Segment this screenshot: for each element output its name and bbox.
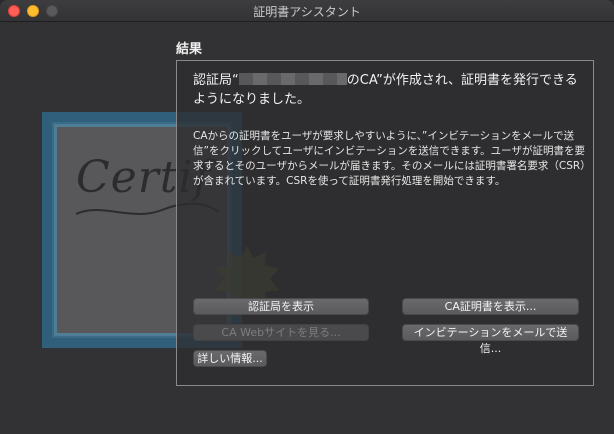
show-ca-certificate-button[interactable]: CA証明書を表示...	[402, 298, 579, 315]
redacted-ca-name	[238, 73, 347, 85]
send-invitation-email-button[interactable]: インビテーションをメールで送信...	[402, 324, 579, 355]
invitation-description: CAからの証明書をユーザが要求しやすいように、”インビテーションをメールで送信”…	[193, 130, 586, 187]
result-message-prefix: 認証局“	[193, 73, 239, 88]
result-message: 認証局“ のCA”が作成され、証明書を発行できるようになりました。	[193, 71, 585, 109]
results-panel: 認証局“ のCA”が作成され、証明書を発行できるようになりました。 CAからの証明…	[176, 60, 594, 386]
certificate-assistant-window: 証明書アシスタント Certif 結果 認証局“ のCA”が作成され、証明書を発行…	[0, 0, 614, 434]
results-heading: 結果	[176, 42, 203, 57]
more-info-button[interactable]: 詳しい情報...	[193, 350, 267, 367]
title-bar: 証明書アシスタント	[0, 0, 614, 22]
ca-website-button[interactable]: CA Webサイトを見る...	[193, 324, 369, 341]
content-area: 結果 認証局“ のCA”が作成され、証明書を発行できるようになりました。 CAから…	[0, 22, 614, 434]
window-title: 証明書アシスタント	[253, 5, 361, 19]
show-certificate-authority-button[interactable]: 認証局を表示	[193, 298, 369, 315]
